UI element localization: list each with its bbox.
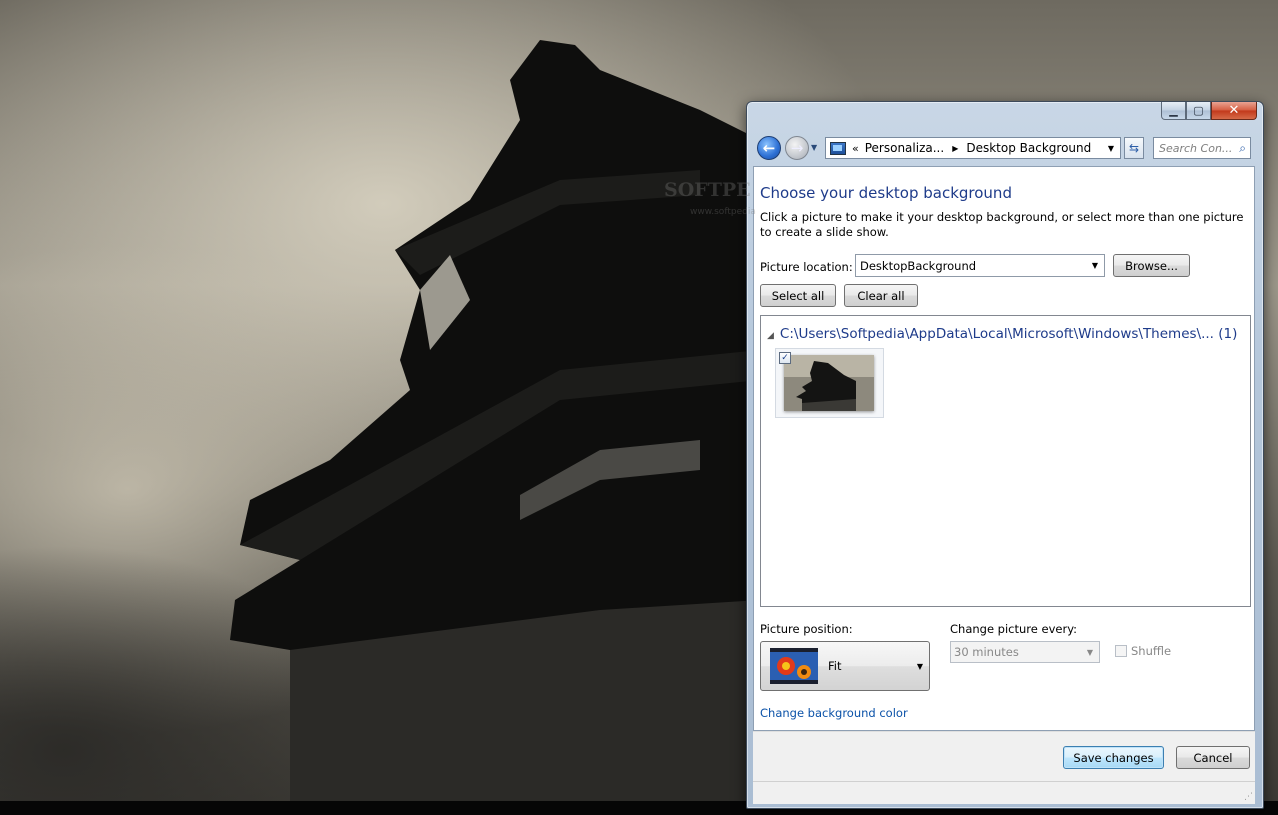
- minimize-icon: ▁: [1169, 104, 1178, 117]
- picture-group-header[interactable]: ◢ C:\Users\Softpedia\AppData\Local\Micros…: [767, 326, 1237, 342]
- page-title: Choose your desktop background: [760, 184, 1012, 202]
- search-icon[interactable]: ⌕: [1239, 141, 1246, 156]
- change-background-color-link[interactable]: Change background color: [760, 706, 908, 720]
- select-all-button[interactable]: Select all: [760, 284, 836, 307]
- recent-pages-button[interactable]: ▼: [811, 143, 817, 152]
- desktop-background-window: ▁ ▢ ✕ ← → ▼ « Personaliza... ▶ Desktop B…: [664, 101, 1264, 809]
- picture-location-label: Picture location:: [760, 260, 853, 274]
- change-picture-interval-select[interactable]: 30 minutes ▼: [950, 641, 1100, 663]
- picture-position-select[interactable]: Fit ▼: [760, 641, 930, 691]
- collapse-triangle-icon[interactable]: ◢: [767, 331, 774, 341]
- flower-preview-icon: [770, 648, 818, 684]
- navigation-bar: ← → ▼ « Personaliza... ▶ Desktop Backgro…: [755, 135, 1255, 161]
- picture-group-path: C:\Users\Softpedia\AppData\Local\Microso…: [779, 326, 1238, 342]
- browse-button[interactable]: Browse...: [1113, 254, 1190, 277]
- picture-position-value: Fit: [828, 659, 842, 673]
- arrow-left-icon: ←: [762, 139, 776, 157]
- shuffle-checkbox-box[interactable]: [1115, 645, 1127, 657]
- picture-location-value: DesktopBackground: [860, 258, 977, 273]
- search-placeholder: Search Con...: [1159, 141, 1233, 155]
- castle-thumbnail-image: [784, 355, 874, 411]
- breadcrumb-separator-icon[interactable]: ▶: [952, 144, 958, 153]
- picture-position-label: Picture position:: [760, 622, 853, 636]
- resize-grip-icon[interactable]: ⋰: [1244, 792, 1253, 802]
- refresh-icon: ⇆: [1128, 141, 1140, 155]
- caption-buttons: ▁ ▢ ✕: [1161, 102, 1257, 120]
- maximize-icon: ▢: [1193, 104, 1204, 117]
- address-bar[interactable]: « Personaliza... ▶ Desktop Background ▼: [825, 137, 1121, 159]
- clear-all-button[interactable]: Clear all: [844, 284, 918, 307]
- chevron-down-icon: ▼: [1091, 261, 1098, 270]
- close-icon: ✕: [1228, 103, 1240, 118]
- thumbnail-checkbox[interactable]: ✓: [779, 352, 791, 364]
- content-pane: SOFTPE www.softpedia Choose your desktop…: [664, 166, 1255, 731]
- arrow-right-icon: →: [790, 139, 804, 157]
- picture-location-select[interactable]: DesktopBackground ▼: [855, 254, 1105, 277]
- watermark-url: www.softpedia: [690, 207, 756, 217]
- save-changes-button[interactable]: Save changes: [1063, 746, 1164, 769]
- breadcrumb-personalization[interactable]: Personaliza...: [865, 141, 944, 155]
- back-button[interactable]: ←: [757, 136, 781, 160]
- picture-thumbnail[interactable]: ✓: [775, 348, 884, 418]
- picture-list[interactable]: ◢ C:\Users\Softpedia\AppData\Local\Micros…: [760, 315, 1251, 607]
- shuffle-label: Shuffle: [1131, 644, 1172, 658]
- breadcrumb-overflow[interactable]: «: [852, 142, 859, 155]
- maximize-button[interactable]: ▢: [1186, 102, 1211, 120]
- breadcrumb-desktop-background[interactable]: Desktop Background: [966, 141, 1091, 155]
- search-input[interactable]: Search Con... ⌕: [1153, 137, 1251, 159]
- chevron-down-icon: ▼: [916, 661, 923, 671]
- address-dropdown-icon[interactable]: ▼: [1108, 144, 1114, 153]
- status-bar: ⋰: [753, 781, 1255, 804]
- chevron-down-icon: ▼: [1086, 647, 1093, 657]
- page-description: Click a picture to make it your desktop …: [760, 210, 1244, 239]
- control-panel-icon: [830, 141, 846, 155]
- refresh-button[interactable]: ⇆: [1124, 137, 1144, 159]
- minimize-button[interactable]: ▁: [1161, 102, 1186, 120]
- cancel-button[interactable]: Cancel: [1176, 746, 1250, 769]
- change-picture-value: 30 minutes: [954, 645, 1019, 659]
- change-picture-label: Change picture every:: [950, 622, 1078, 636]
- forward-button[interactable]: →: [785, 136, 809, 160]
- shuffle-checkbox[interactable]: Shuffle: [1115, 644, 1171, 658]
- close-button[interactable]: ✕: [1211, 102, 1257, 120]
- dialog-footer: Save changes Cancel: [753, 731, 1255, 782]
